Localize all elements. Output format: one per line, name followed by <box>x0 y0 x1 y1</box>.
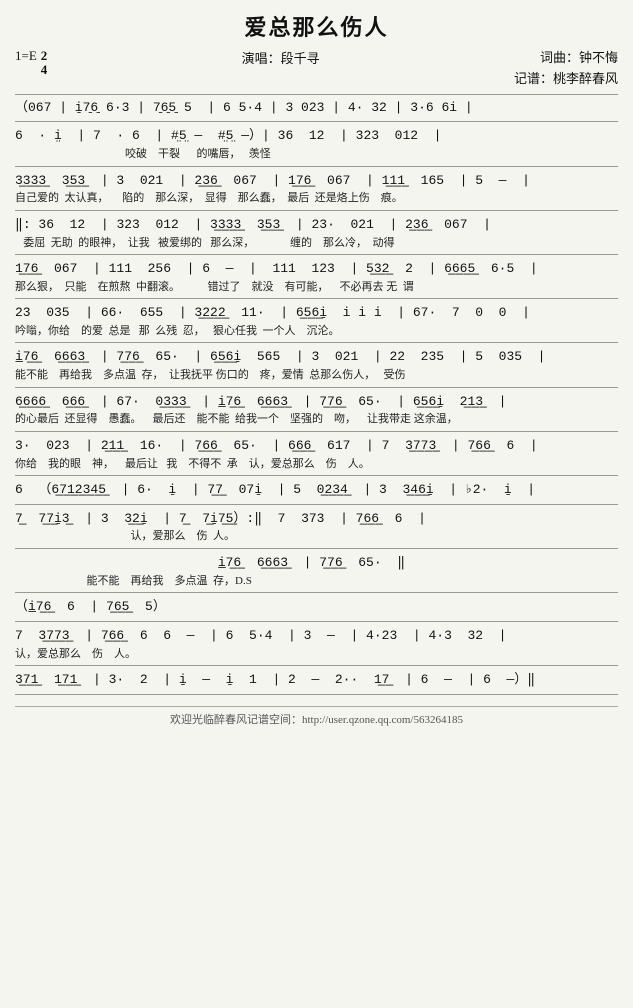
lyrics-3: 委屈 无助 的眼神， 让我 被爱绑的 那么深， 缠的 那么冷， 动得 <box>15 236 618 251</box>
line-divider-2 <box>15 210 618 211</box>
score-line-10: 7̲ 7̲7̲i̱3̲ | 3 3̲2̲i̱ | 7̲ 7̲i̱7̲5̲）:‖ … <box>15 509 618 552</box>
notes-8: 3· 023 | 2̲1̲1̲ 16· | 7̲6̲6̲ 65· | 6̲6̲6… <box>15 436 618 457</box>
footer: 欢迎光临醉春风记谱空间：http://user.qzone.qq.com/563… <box>15 706 618 727</box>
notes-2: 3̲3̲3̲3̲ 3̲5̲3̲ | 3 021 | 2̲3̲6̲ 067 | 1… <box>15 171 618 192</box>
line-divider-6 <box>15 387 618 388</box>
line-divider-5 <box>15 342 618 343</box>
score-line-0: （067 | i̱7̱6̱ 6·3 | 7̱6̱5̱ 5 | 6 5·4 | 3… <box>15 98 618 126</box>
score-line-13: 7 3̲7̲7̲3̲ | 7̲6̲6̲ 6 6 — | 6 5·4 | 3 — … <box>15 626 618 669</box>
line-divider-13 <box>15 665 618 666</box>
line-divider-11 <box>15 592 618 593</box>
notes-6: i̲7̲6̲ 6̲6̲6̲3̲ | 7̲7̲6̲ 65· | 6̲5̲6̲i̱ … <box>15 347 618 368</box>
score-block: （067 | i̱7̱6̱ 6·3 | 7̱6̱5̱ 5 | 6 5·4 | 3… <box>15 98 618 698</box>
score-line-11: i̲7̲6̲ 6̲6̲6̲3̲ | 7̲7̲6̲ 65· ‖ 能不能 再给我 多… <box>15 553 618 596</box>
score-line-9: 6 （6̲7̲1̲2̲3̲4̲5̲ | 6· i̱ | 7̲7̲ 07i̱ | … <box>15 480 618 508</box>
score-line-3: ‖: 36 12 | 323 012 | 3̲3̲3̲3̲ 3̲5̲3̲ | 2… <box>15 215 618 258</box>
line-divider-8 <box>15 475 618 476</box>
score-line-7: 6̲6̲6̲6̲ 6̲6̲6̲ | 67· 0̲3̲3̲3̲ | i̲7̲6̲ … <box>15 392 618 435</box>
time-signature: 2 4 <box>41 49 48 78</box>
line-divider-0 <box>15 121 618 122</box>
line-divider-7 <box>15 431 618 432</box>
line-divider-12 <box>15 621 618 622</box>
notes-3: ‖: 36 12 | 323 012 | 3̲3̲3̲3̲ 3̲5̲3̲ | 2… <box>15 215 618 236</box>
notes-9: 6 （6̲7̲1̲2̲3̲4̲5̲ | 6· i̱ | 7̲7̲ 07i̱ | … <box>15 480 618 501</box>
composer-label: 词曲：钟不悔 <box>514 48 618 69</box>
lyrics-5: 吟嗡，你给 的爱 总是 那 么残 忍， 狠心任我 一个人 沉沦。 <box>15 324 618 339</box>
notes-10: 7̲ 7̲7̲i̱3̲ | 3 3̲2̲i̱ | 7̲ 7̲i̱7̲5̲）:‖ … <box>15 509 618 530</box>
lyrics-11: 能不能 再给我 多点温 存，D.S <box>15 574 618 589</box>
credits: 词曲：钟不悔 记谱：桃李醉春风 <box>514 48 618 90</box>
line-divider-4 <box>15 298 618 299</box>
score-line-6: i̲7̲6̲ 6̲6̲6̲3̲ | 7̲7̲6̲ 65· | 6̲5̲6̲i̱ … <box>15 347 618 390</box>
line-divider-9 <box>15 504 618 505</box>
notes-11: i̲7̲6̲ 6̲6̲6̲3̲ | 7̲7̲6̲ 65· ‖ <box>15 553 618 574</box>
score-line-1: 6 · i̤ | 7 · 6 | #̤5̤ — #̤5̤ —）| 36 12 |… <box>15 126 618 169</box>
arranger-label: 记谱：桃李醉春风 <box>514 69 618 90</box>
line-divider-3 <box>15 254 618 255</box>
notes-7: 6̲6̲6̲6̲ 6̲6̲6̲ | 67· 0̲3̲3̲3̲ | i̲7̲6̲ … <box>15 392 618 413</box>
song-title: 爱总那么伤人 <box>15 10 618 42</box>
lyrics-7: 的心最后 还显得 愚蠢。 最后还 能不能 给我一个 坚强的 吻， 让我带走 这余… <box>15 412 618 427</box>
singer-info: 演唱：段千寻 <box>242 48 320 67</box>
notes-4: 1̲7̲6̲ 067 | 111 256 | 6 — | 111 123 | 5… <box>15 259 618 280</box>
score-line-2: 3̲3̲3̲3̲ 3̲5̲3̲ | 3 021 | 2̲3̲6̲ 067 | 1… <box>15 171 618 214</box>
lyrics-6: 能不能 再给我 多点温 存， 让我抚平 伤口的 疼，爱情 总那么伤人， 受伤 <box>15 368 618 383</box>
notes-14: 3̲7̲1̲ 1̲7̲1̲ | 3· 2 | i̱ — i̱ 1 | 2 — 2… <box>15 670 618 691</box>
lyrics-4: 那么狠， 只能 在煎熬 中翻滚。 错过了 就没 有可能， 不必再去 无 谓 <box>15 280 618 295</box>
notes-1: 6 · i̤ | 7 · 6 | #̤5̤ — #̤5̤ —）| 36 12 |… <box>15 126 618 147</box>
score-line-4: 1̲7̲6̲ 067 | 111 256 | 6 — | 111 123 | 5… <box>15 259 618 302</box>
line-divider-14 <box>15 694 618 695</box>
notes-0: （067 | i̱7̱6̱ 6·3 | 7̱6̱5̱ 5 | 6 5·4 | 3… <box>15 98 618 119</box>
score-line-12: （i̲7̲6̲ 6 | 7̲6̲5̲ 5） <box>15 597 618 625</box>
line-divider-10 <box>15 548 618 549</box>
key-label: 1=E <box>15 48 37 64</box>
score-line-8: 3· 023 | 2̲1̲1̲ 16· | 7̲6̲6̲ 65· | 6̲6̲6… <box>15 436 618 479</box>
score-line-5: 23 035 | 66· 655 | 3̲2̲2̲2̲ 11· | 6̲5̲6̲… <box>15 303 618 346</box>
meta-row: 1=E 2 4 演唱：段千寻 词曲：钟不悔 记谱：桃李醉春风 <box>15 48 618 90</box>
lyrics-2: 自己爱的 太认真， 陷的 那么深， 显得 那么蠢， 最后 还是烙上伤 痕。 <box>15 191 618 206</box>
lyrics-8: 你给 我的眼 神， 最后让 我 不得不 承 认，爱总那么 伤 人。 <box>15 457 618 472</box>
time-numerator: 2 <box>41 49 48 63</box>
score-line-14: 3̲7̲1̲ 1̲7̲1̲ | 3· 2 | i̱ — i̱ 1 | 2 — 2… <box>15 670 618 698</box>
lyrics-10: 认，爱那么 伤 人。 <box>15 529 618 544</box>
key-time-sig: 1=E 2 4 <box>15 48 47 78</box>
page: 爱总那么伤人 1=E 2 4 演唱：段千寻 词曲：钟不悔 记谱：桃李醉春风 （0… <box>15 10 618 727</box>
top-divider <box>15 94 618 95</box>
line-divider-1 <box>15 166 618 167</box>
lyrics-13: 认，爱总那么 伤 人。 <box>15 647 618 662</box>
time-denominator: 4 <box>41 63 48 77</box>
lyrics-1: 咬破 干裂 的嘴唇， 羡怪 <box>15 147 618 162</box>
notes-5: 23 035 | 66· 655 | 3̲2̲2̲2̲ 11· | 6̲5̲6̲… <box>15 303 618 324</box>
notes-12: （i̲7̲6̲ 6 | 7̲6̲5̲ 5） <box>15 597 618 618</box>
notes-13: 7 3̲7̲7̲3̲ | 7̲6̲6̲ 6 6 — | 6 5·4 | 3 — … <box>15 626 618 647</box>
